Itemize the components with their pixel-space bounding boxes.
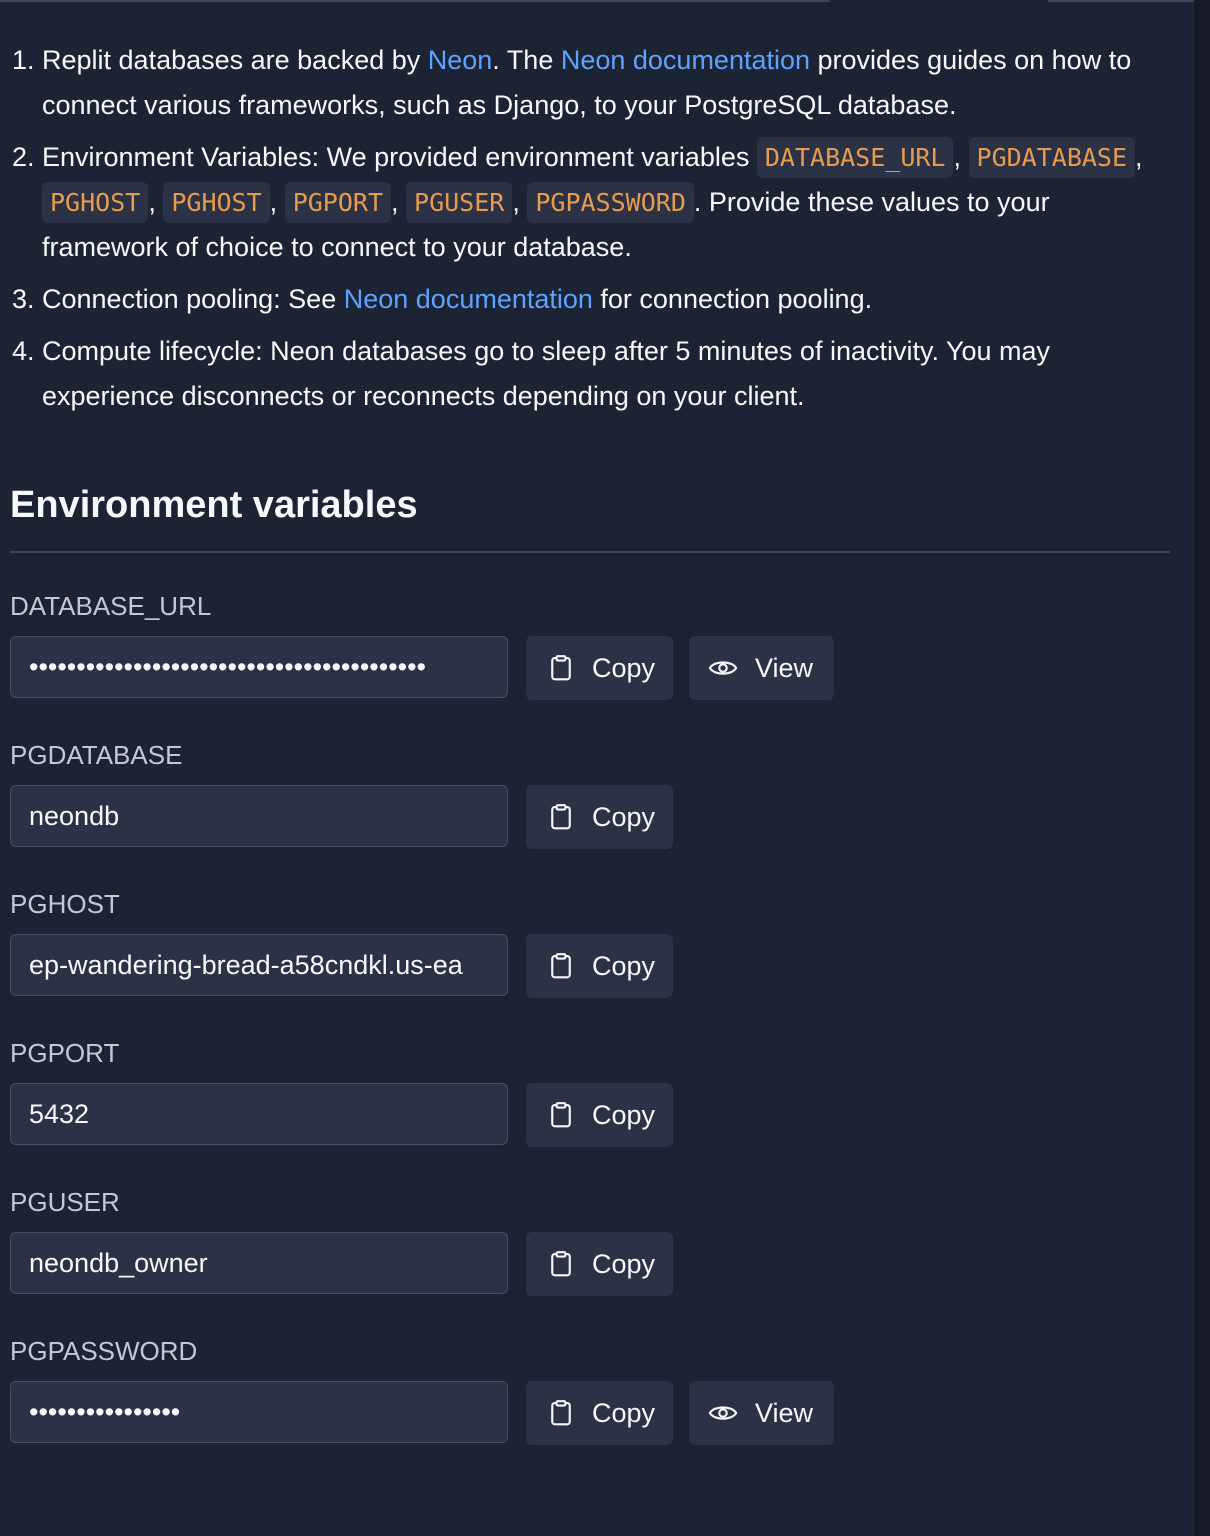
env-variable-pguser: PGUSER neondb_owner Copy bbox=[10, 1184, 673, 1296]
clipboard-icon bbox=[546, 1100, 576, 1130]
info-text: for connection pooling. bbox=[592, 284, 873, 314]
env-variable-pgpassword: PGPASSWORD •••••••••••••••• Copy View bbox=[10, 1333, 834, 1445]
env-variable-row: neondb Copy bbox=[10, 785, 1170, 849]
info-item-pooling: Connection pooling: See Neon documentati… bbox=[42, 277, 1162, 322]
code-pghost: PGHOST bbox=[42, 182, 149, 223]
eye-icon bbox=[707, 1398, 739, 1428]
code-pghost: PGHOST bbox=[163, 182, 270, 223]
env-variable-label: PGHOST bbox=[10, 889, 120, 919]
env-variable-row: ep-wandering-bread-a58cndkl.us-ea Copy bbox=[10, 934, 1170, 998]
copy-button-label: Copy bbox=[592, 1248, 656, 1279]
neon-documentation-link[interactable]: Neon documentation bbox=[561, 45, 810, 75]
info-text: Connection pooling: See bbox=[42, 284, 344, 314]
code-pgdatabase: PGDATABASE bbox=[968, 137, 1136, 178]
separator: , bbox=[953, 142, 961, 172]
env-variable-pghost: PGHOST ep-wandering-bread-a58cndkl.us-ea … bbox=[10, 886, 673, 998]
env-variable-row: 5432 Copy bbox=[10, 1083, 1170, 1147]
env-variable-pgdatabase: PGDATABASE neondb Copy bbox=[10, 737, 673, 849]
copy-button[interactable]: Copy bbox=[526, 636, 673, 700]
section-divider bbox=[10, 551, 1170, 553]
eye-icon bbox=[707, 653, 739, 683]
scrollbar-track[interactable] bbox=[1194, 0, 1210, 1536]
info-item-backing: Replit databases are backed by Neon. The… bbox=[42, 38, 1162, 128]
info-list: Replit databases are backed by Neon. The… bbox=[10, 38, 1162, 419]
env-variable-label: PGPORT bbox=[10, 1038, 120, 1068]
neon-documentation-pooling-link[interactable]: Neon documentation bbox=[344, 284, 593, 314]
env-variable-label: PGPASSWORD bbox=[10, 1336, 198, 1366]
code-pguser: PGUSER bbox=[406, 182, 513, 223]
info-text: Compute lifecycle: Neon databases go to … bbox=[42, 336, 1051, 411]
section-title: Environment variables bbox=[10, 484, 418, 526]
neon-link[interactable]: Neon bbox=[428, 45, 493, 75]
env-variable-value-field[interactable]: neondb_owner bbox=[10, 1232, 508, 1294]
env-variable-database-url: DATABASE_URL ••••••••••••••••••••••••••••… bbox=[10, 588, 834, 700]
copy-button-label: Copy bbox=[592, 1397, 656, 1428]
top-divider bbox=[0, 0, 830, 2]
copy-button-label: Copy bbox=[592, 652, 656, 683]
separator: , bbox=[1135, 142, 1143, 172]
copy-button-label: Copy bbox=[592, 1099, 656, 1130]
info-item-lifecycle: Compute lifecycle: Neon databases go to … bbox=[42, 329, 1162, 419]
info-text: Replit databases are backed by bbox=[42, 45, 428, 75]
view-button[interactable]: View bbox=[689, 1381, 834, 1445]
copy-button[interactable]: Copy bbox=[526, 1381, 673, 1445]
code-pgpassword: PGPASSWORD bbox=[527, 182, 694, 223]
code-database-url: DATABASE_URL bbox=[756, 137, 954, 178]
copy-button[interactable]: Copy bbox=[526, 1232, 673, 1296]
separator: , bbox=[391, 187, 399, 217]
env-variable-value-field[interactable]: ep-wandering-bread-a58cndkl.us-ea bbox=[10, 934, 508, 996]
separator: , bbox=[148, 187, 156, 217]
env-variable-value-field[interactable]: neondb bbox=[10, 785, 508, 847]
env-variable-value-field[interactable]: •••••••••••••••• bbox=[10, 1381, 508, 1443]
env-variable-row: •••••••••••••••• Copy View bbox=[10, 1381, 1170, 1445]
database-info-panel: Replit databases are backed by Neon. The… bbox=[10, 38, 1170, 1445]
clipboard-icon bbox=[546, 653, 576, 683]
env-variable-label: PGUSER bbox=[10, 1187, 120, 1217]
view-button-label: View bbox=[755, 652, 814, 683]
info-item-env-vars: Environment Variables: We provided envir… bbox=[42, 135, 1162, 270]
env-variable-row: ••••••••••••••••••••••••••••••••••••••••… bbox=[10, 636, 1170, 700]
copy-button-label: Copy bbox=[592, 950, 656, 981]
copy-button-label: Copy bbox=[592, 801, 656, 832]
copy-button[interactable]: Copy bbox=[526, 934, 673, 998]
view-button[interactable]: View bbox=[689, 636, 834, 700]
info-text: . The bbox=[492, 45, 561, 75]
clipboard-icon bbox=[546, 1249, 576, 1279]
env-variable-value-field[interactable]: ••••••••••••••••••••••••••••••••••••••••… bbox=[10, 636, 508, 698]
clipboard-icon bbox=[546, 951, 576, 981]
copy-button[interactable]: Copy bbox=[526, 785, 673, 849]
env-variable-pgport: PGPORT 5432 Copy bbox=[10, 1035, 673, 1147]
env-variable-label: DATABASE_URL bbox=[10, 591, 212, 621]
clipboard-icon bbox=[546, 802, 576, 832]
view-button-label: View bbox=[755, 1397, 814, 1428]
env-variable-value-field[interactable]: 5432 bbox=[10, 1083, 508, 1145]
info-text: Environment Variables: We provided envir… bbox=[42, 142, 757, 172]
clipboard-icon bbox=[546, 1398, 576, 1428]
code-pgport: PGPORT bbox=[284, 182, 391, 223]
separator: , bbox=[269, 187, 278, 217]
separator: , bbox=[512, 187, 520, 217]
copy-button[interactable]: Copy bbox=[526, 1083, 673, 1147]
env-variable-row: neondb_owner Copy bbox=[10, 1232, 1170, 1296]
top-divider-right bbox=[1048, 0, 1194, 2]
env-variable-label: PGDATABASE bbox=[10, 740, 183, 770]
